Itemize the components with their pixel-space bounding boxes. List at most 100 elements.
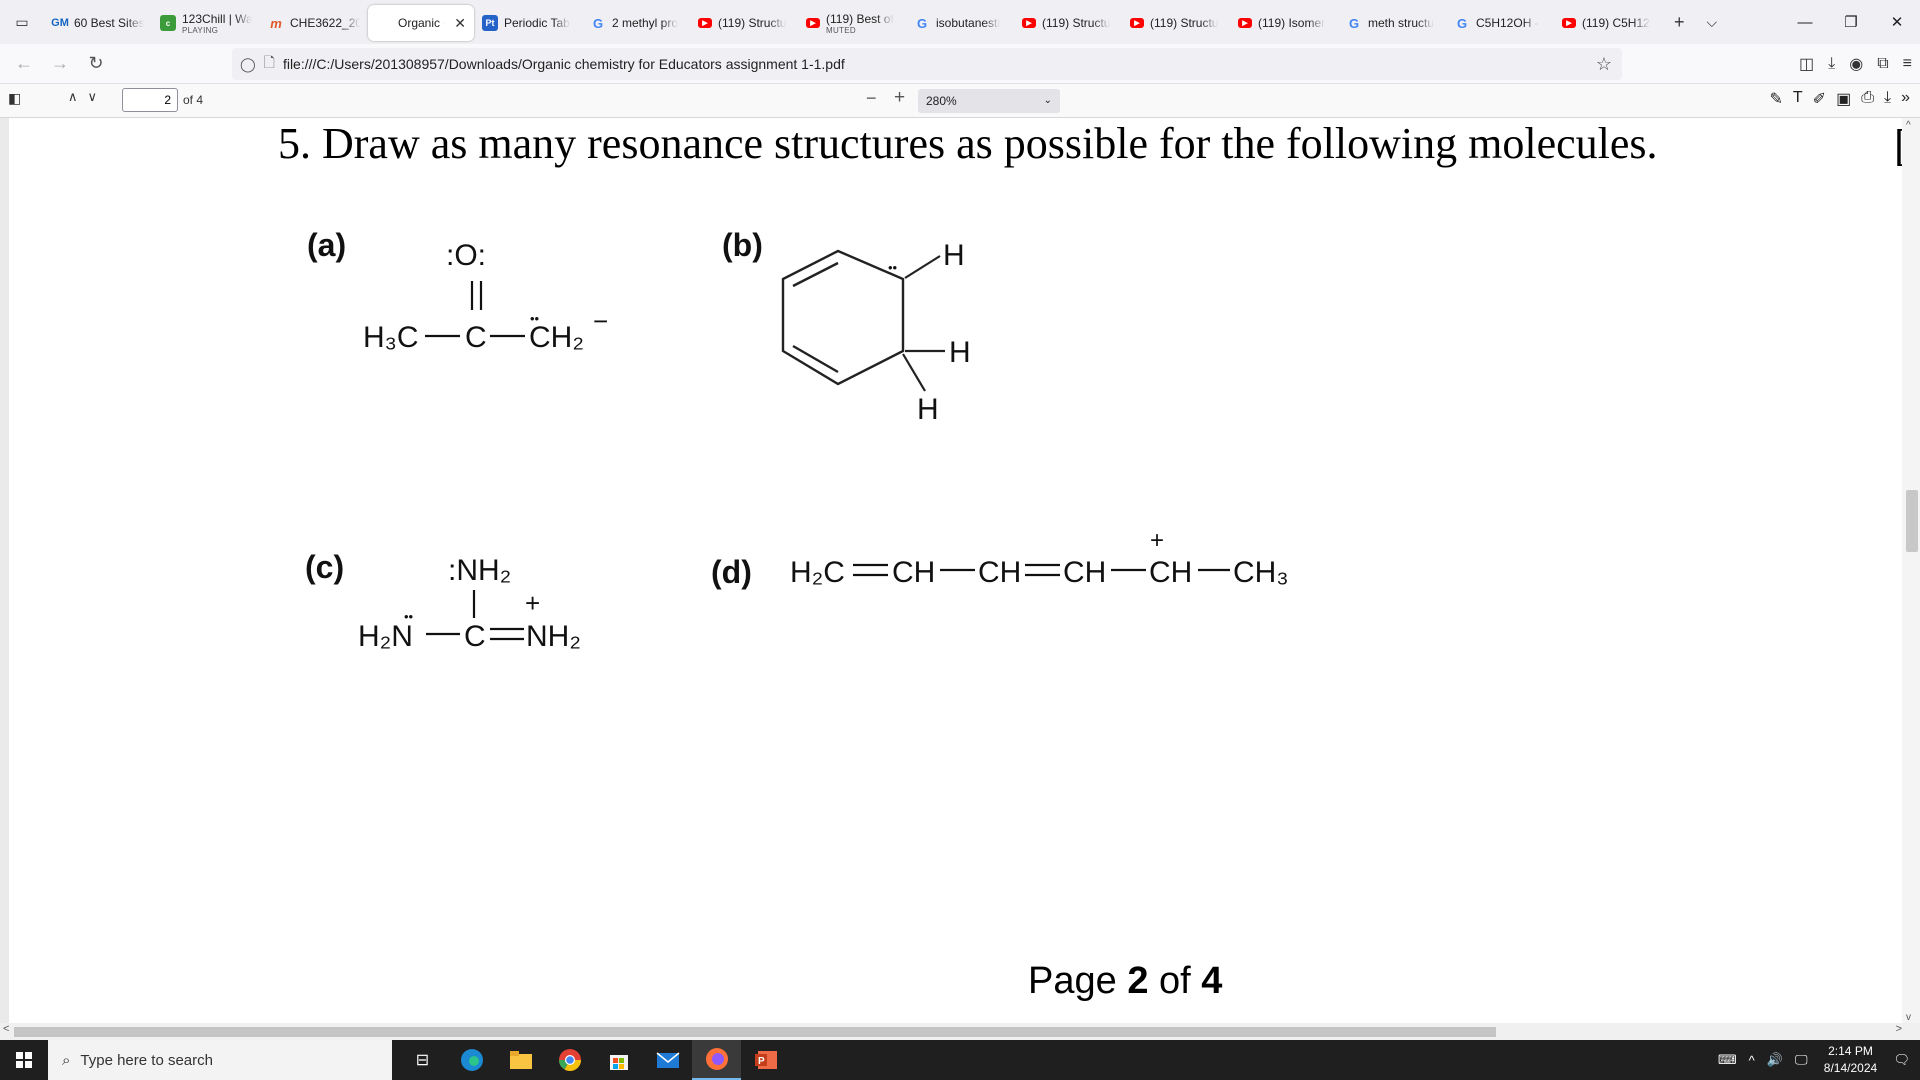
browser-tab[interactable]: ▶ (119) Structu xyxy=(690,5,798,41)
zoom-value: 280% xyxy=(926,94,957,108)
close-window-icon[interactable]: ✕ xyxy=(1874,0,1920,44)
google-icon: G xyxy=(592,15,604,31)
vertical-scroll-thumb[interactable] xyxy=(1906,490,1918,552)
horizontal-scrollbar[interactable]: < > xyxy=(0,1023,1920,1040)
browser-tab[interactable]: Organic chem ✕ xyxy=(368,5,474,41)
tab-strip: ▭ GM 60 Best Sites c 123Chill | Wa PLAYING m C… xyxy=(0,0,1920,44)
mail-icon[interactable] xyxy=(643,1040,692,1080)
browser-tab[interactable]: ▶ (119) Structu xyxy=(1122,5,1230,41)
scroll-down-icon[interactable]: v xyxy=(1906,1012,1911,1023)
tab-title: Periodic Tab xyxy=(504,16,570,30)
powerpoint-icon[interactable]: P xyxy=(741,1040,790,1080)
close-tab-icon[interactable]: ✕ xyxy=(454,15,466,32)
save-icon[interactable]: ⤓ xyxy=(1884,89,1891,109)
next-page-icon[interactable]: ∨ xyxy=(88,89,98,105)
keyboard-icon[interactable]: ⌨ xyxy=(1718,1052,1737,1068)
show-hidden-icons[interactable]: ^ xyxy=(1749,1053,1755,1068)
browser-tab[interactable]: ▶ (119) Best of MUTED xyxy=(798,5,906,41)
bookmark-star-icon[interactable]: ☆ xyxy=(1596,54,1612,75)
taskbar-search-box[interactable]: ⌕ Type here to search xyxy=(48,1040,392,1080)
youtube-icon: ▶ xyxy=(1130,18,1144,28)
more-tools-icon[interactable]: » xyxy=(1901,89,1910,109)
tab-title-wrap: (119) Best of MUTED xyxy=(826,12,894,35)
horizontal-scroll-thumb[interactable] xyxy=(14,1027,1496,1037)
mol-c-plus: + xyxy=(525,588,540,618)
list-all-tabs-button[interactable]: ⌵ xyxy=(1707,14,1718,31)
page-number-input[interactable]: 2 xyxy=(122,88,178,112)
footer-page: 2 xyxy=(1127,960,1149,1002)
store-icon[interactable] xyxy=(594,1040,643,1080)
tab-title-wrap: (119) Isomer xyxy=(1258,16,1325,30)
browser-tab[interactable]: Pt Periodic Tab xyxy=(474,5,582,41)
url-text[interactable]: file:///C:/Users/201308957/Downloads/Org… xyxy=(283,56,845,72)
previous-page-icon[interactable]: ∧ xyxy=(68,89,78,105)
browser-tab[interactable]: G C5H12OH - xyxy=(1446,5,1554,41)
chrome-icon[interactable] xyxy=(545,1040,594,1080)
browser-tab[interactable]: G 2 methyl pro xyxy=(582,5,690,41)
tab-title-wrap: CHE3622_20 xyxy=(290,16,360,30)
browser-tab[interactable]: ▶ (119) C5H12 xyxy=(1554,5,1662,41)
pocket-icon[interactable]: ◫ xyxy=(1799,54,1814,74)
highlight-icon[interactable]: ✎ xyxy=(1769,89,1782,109)
mol-c-nh2-top: :NH₂ xyxy=(448,554,511,587)
browser-tab[interactable]: c 123Chill | Wa PLAYING xyxy=(152,5,260,41)
browser-tab[interactable]: ▶ (119) Structu xyxy=(1014,5,1122,41)
back-button[interactable]: ← xyxy=(6,48,42,80)
vertical-scrollbar[interactable]: ^ v xyxy=(1902,118,1920,1023)
label-c: (c) xyxy=(305,549,344,585)
mol-d-ch3-end: CH₃ xyxy=(1233,556,1289,589)
notifications-icon[interactable]: 🗨 xyxy=(1893,1052,1910,1068)
mol-d-ch-3: CH xyxy=(1063,556,1106,589)
page-count: of 4 xyxy=(183,93,204,107)
forward-button[interactable]: → xyxy=(42,48,78,80)
browser-tab[interactable]: Gmeth structu xyxy=(1338,5,1446,41)
zoom-select[interactable]: 280% ⌄ xyxy=(918,89,1060,113)
tab-title: isobutanesti xyxy=(936,16,1001,30)
restore-icon[interactable]: ❐ xyxy=(1828,0,1874,44)
sidebar-toggle-icon[interactable]: ◧ xyxy=(8,90,28,110)
browser-tab[interactable]: ▶ (119) Isomer xyxy=(1230,5,1338,41)
scroll-left-icon[interactable]: < xyxy=(3,1023,9,1035)
new-tab-button[interactable]: + xyxy=(1674,12,1685,33)
tab-title-wrap: (119) Structu xyxy=(1042,16,1110,30)
browser-tab[interactable]: m CHE3622_20 xyxy=(260,5,368,41)
tab-title-wrap: (119) Structu xyxy=(718,16,786,30)
zoom-in-button[interactable]: + xyxy=(894,87,905,109)
chemistry-figures: (a) :O: H₃C C •• CH₂ − (b) •• H H H (c) xyxy=(305,227,1289,653)
account-icon[interactable]: ◉ xyxy=(1849,54,1863,74)
youtube-icon: ▶ xyxy=(1562,18,1576,28)
tab-title-wrap: isobutanesti xyxy=(936,16,1000,30)
volume-icon[interactable]: 🔊 xyxy=(1767,1052,1783,1068)
windows-start-icon[interactable] xyxy=(0,1040,48,1080)
downloads-icon[interactable]: ⤓ xyxy=(1828,55,1835,73)
zoom-out-button[interactable]: − xyxy=(866,88,877,109)
menu-icon[interactable]: ≡ xyxy=(1903,55,1912,73)
firefox-icon[interactable] xyxy=(692,1040,741,1080)
tab-title-wrap: 2 methyl pro xyxy=(612,16,678,30)
scroll-up-icon[interactable]: ^ xyxy=(1906,120,1911,131)
pdf-toolbar: ◧ ∧ ∨ 2 of 4 − + 280% ⌄ ✎ T ✐ ▣ ⎙ ⤓ » xyxy=(0,84,1920,118)
shield-icon[interactable]: ◯ xyxy=(240,56,256,73)
firefox-view-icon[interactable]: ▭ xyxy=(0,0,44,44)
image-icon[interactable]: ▣ xyxy=(1836,89,1851,109)
task-view-icon[interactable]: ⊟ xyxy=(398,1040,447,1080)
network-icon[interactable]: 🖵 xyxy=(1795,1052,1808,1068)
clock[interactable]: 2:14 PM 8/14/2024 xyxy=(1813,1043,1887,1077)
tab-status: PLAYING xyxy=(182,25,219,35)
print-icon[interactable]: ⎙ xyxy=(1861,89,1874,109)
edge-icon[interactable] xyxy=(447,1040,496,1080)
reload-button[interactable]: ↻ xyxy=(78,48,114,80)
extensions-icon[interactable]: ⧉ xyxy=(1877,55,1888,73)
draw-icon[interactable]: ✐ xyxy=(1813,89,1826,109)
browser-tab[interactable]: Gisobutanesti xyxy=(906,5,1014,41)
label-a: (a) xyxy=(307,227,346,263)
url-bar[interactable]: ◯ 🗋 file:///C:/Users/201308957/Downloads… xyxy=(232,48,1622,80)
footer-total: 4 xyxy=(1201,960,1223,1002)
text-icon[interactable]: T xyxy=(1793,89,1803,109)
file-explorer-icon[interactable] xyxy=(496,1040,545,1080)
browser-tab[interactable]: GM 60 Best Sites xyxy=(44,5,152,41)
minimize-icon[interactable]: — xyxy=(1782,0,1828,44)
mol-b-ring xyxy=(781,249,905,386)
tab-title: CHE3622_20 xyxy=(290,16,360,30)
scroll-right-icon[interactable]: > xyxy=(1896,1023,1902,1035)
